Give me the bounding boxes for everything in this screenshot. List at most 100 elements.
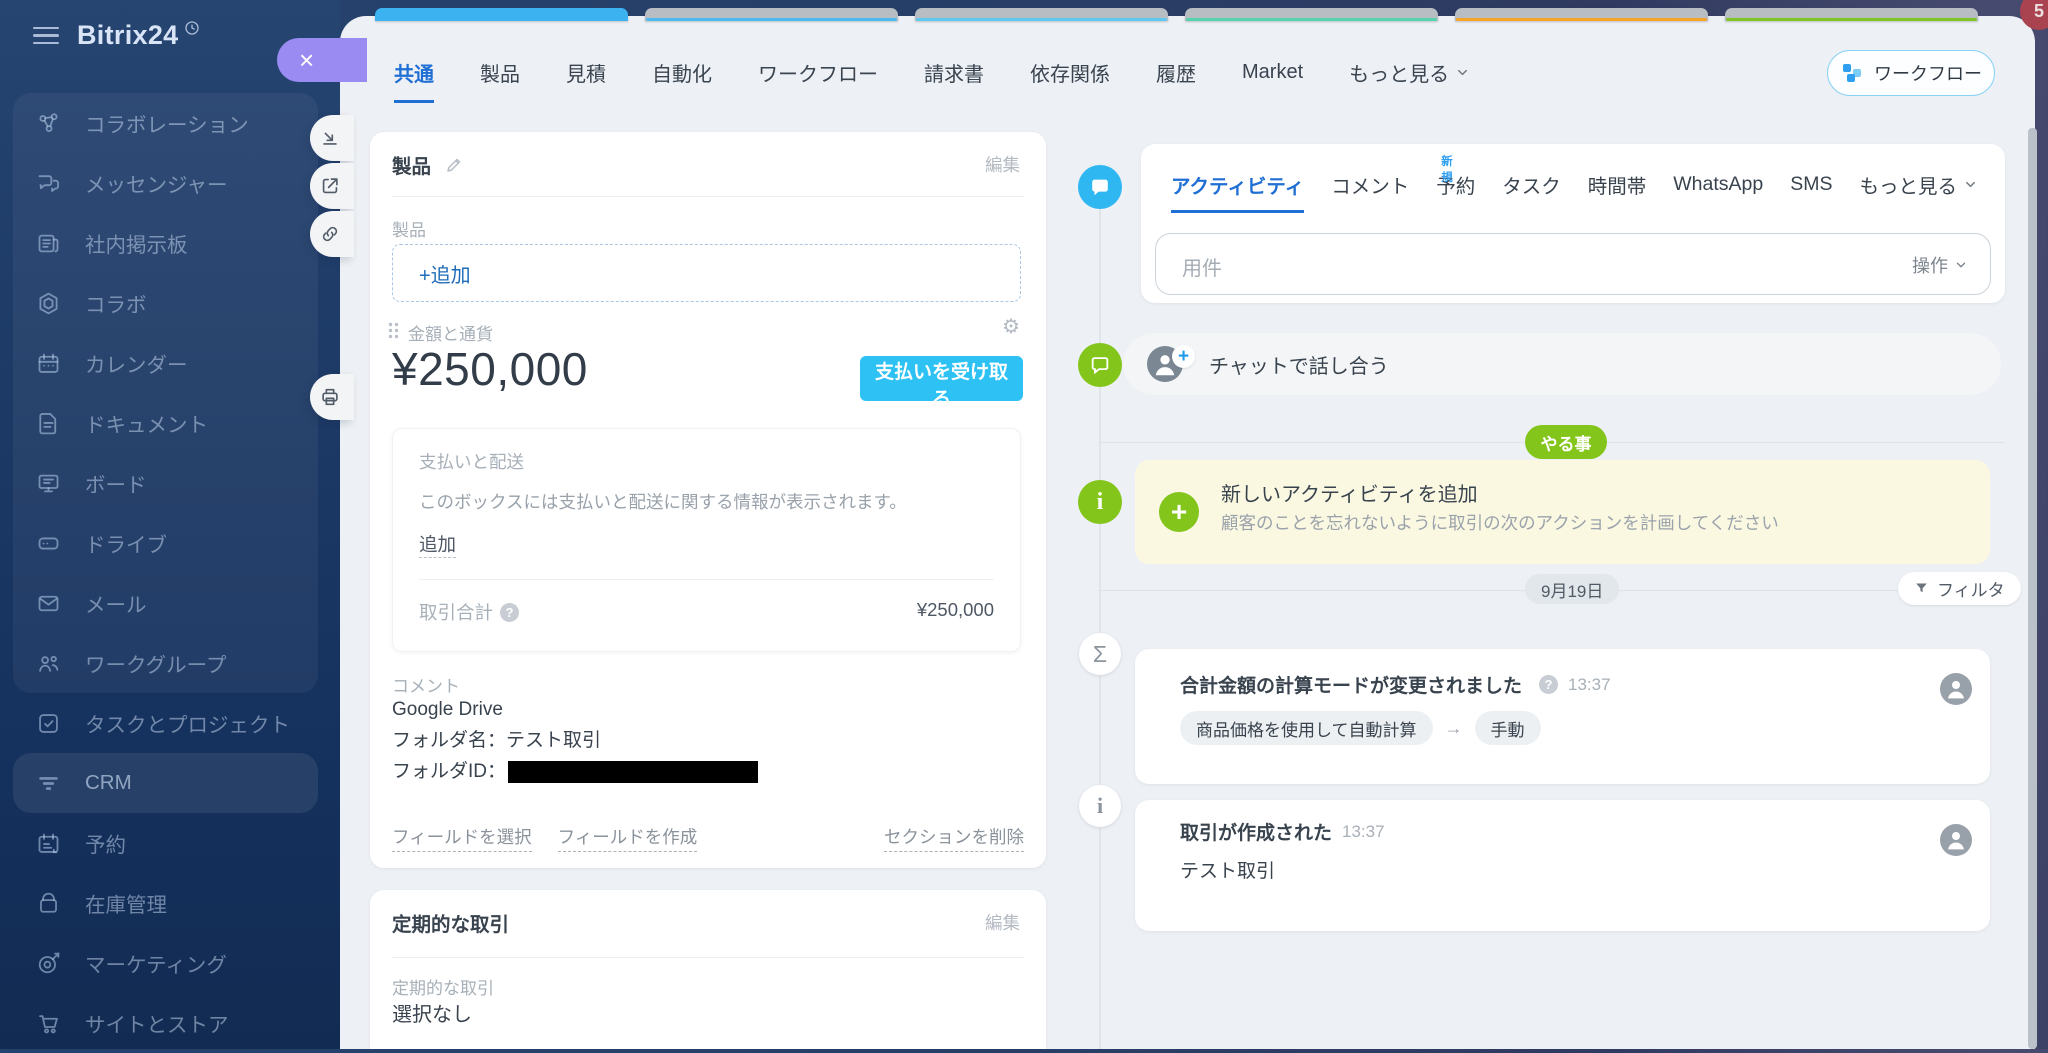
sidebar-item-ドキュメント[interactable]: ドキュメント	[13, 393, 318, 453]
stage-bar-upcoming[interactable]	[645, 8, 898, 21]
stage-bar-upcoming[interactable]	[1725, 8, 1978, 21]
stage-bar-upcoming[interactable]	[1185, 8, 1438, 21]
author-avatar[interactable]	[1940, 824, 1972, 856]
stage-bar-upcoming[interactable]	[1455, 8, 1708, 21]
slide-minimize-button[interactable]	[310, 115, 354, 161]
sidebar-item-コラボ[interactable]: コラボ	[13, 273, 318, 333]
sidebar-item-CRM[interactable]: CRM	[13, 753, 318, 813]
boards-icon	[33, 469, 63, 497]
tab-予約[interactable]: 予約新規	[1436, 170, 1475, 213]
tab-WhatsApp[interactable]: WhatsApp	[1673, 170, 1763, 213]
app-logo[interactable]: Bitrix24	[77, 20, 178, 51]
tab-ワークフロー[interactable]: ワークフロー	[758, 58, 878, 103]
sidebar-item-メッセンジャー[interactable]: メッセンジャー	[13, 153, 318, 213]
inventory-icon	[33, 889, 63, 917]
tab-時間帯[interactable]: 時間帯	[1588, 170, 1647, 213]
add-product-button[interactable]: +追加	[392, 244, 1021, 302]
receive-payment-button[interactable]: 支払いを受け取る	[860, 356, 1023, 401]
sidebar-item-ドライブ[interactable]: ドライブ	[13, 513, 318, 573]
tab-請求書[interactable]: 請求書	[924, 58, 984, 103]
stage-bar-active[interactable]	[375, 8, 628, 21]
tab-label: もっと見る	[1859, 170, 1957, 199]
recurring-field-label: 定期的な取引	[392, 974, 494, 999]
print-button[interactable]	[310, 374, 354, 420]
add-link[interactable]: 追加	[419, 531, 456, 558]
sidebar-item-在庫管理[interactable]: 在庫管理	[13, 873, 318, 933]
tab-label: 依存関係	[1030, 58, 1110, 87]
timeline-entry-deal-created[interactable]: 取引が作成された 13:37 テスト取引	[1135, 800, 1990, 931]
filter-button[interactable]: フィルタ	[1898, 572, 2021, 605]
sidebar-item-label: コラボ	[85, 288, 147, 318]
open-in-new-button[interactable]	[310, 163, 354, 209]
comment-line: フォルダ名：テスト取引	[392, 725, 758, 756]
external-link-icon	[319, 175, 341, 197]
tab-アクティビティ[interactable]: アクティビティ	[1171, 170, 1304, 213]
new-badge: 新規	[1441, 153, 1464, 185]
subject-placeholder: 用件	[1182, 252, 1222, 281]
sidebar-item-label: コラボレーション	[85, 108, 249, 138]
recurring-field-value[interactable]: 選択なし	[392, 998, 472, 1027]
tasks-icon	[33, 709, 63, 737]
sidebar-item-ワークグループ[interactable]: ワークグループ	[13, 633, 318, 693]
tab-label: WhatsApp	[1673, 173, 1763, 196]
add-participant-icon[interactable]: +	[1172, 345, 1195, 368]
tab-コメント[interactable]: コメント	[1331, 170, 1409, 213]
stage-bar-upcoming[interactable]	[915, 8, 1168, 21]
sidebar-item-コラボレーション[interactable]: コラボレーション	[13, 93, 318, 153]
tab-自動化[interactable]: 自動化	[652, 58, 712, 103]
sidebar-item-メール[interactable]: メール	[13, 573, 318, 633]
edit-link[interactable]: 編集	[985, 910, 1020, 935]
sidebar-item-label: ボード	[85, 468, 147, 498]
pencil-icon[interactable]	[445, 156, 463, 174]
tab-Market[interactable]: Market	[1242, 58, 1303, 103]
sidebar-item-label: 在庫管理	[85, 888, 167, 918]
sidebar-item-社内掲示板[interactable]: 社内掲示板	[13, 213, 318, 273]
drag-handle-icon[interactable]	[388, 322, 399, 339]
create-field-link[interactable]: フィールドを作成	[558, 824, 698, 852]
calendar-icon	[33, 349, 63, 377]
activity-chat-icon	[1078, 165, 1122, 209]
sidebar-item-ボード[interactable]: ボード	[13, 453, 318, 513]
recurring-deal-card: 定期的な取引 編集 定期的な取引 選択なし	[370, 890, 1046, 1049]
timeline-entry-calc-mode[interactable]: 合計金額の計算モードが変更されました ? 13:37 商品価格を使用して自動計算…	[1135, 649, 1990, 784]
close-button[interactable]: ×	[277, 38, 367, 82]
copy-link-button[interactable]	[310, 211, 354, 257]
discuss-in-chat-row[interactable]: + チャットで話し合う	[1123, 333, 2001, 395]
tab-SMS[interactable]: SMS	[1790, 170, 1832, 213]
sidebar-item-label: 予約	[85, 828, 126, 858]
edit-link[interactable]: 編集	[985, 152, 1020, 177]
tab-もっと見る[interactable]: もっと見る	[1349, 58, 1470, 103]
actions-dropdown[interactable]: 操作	[1912, 252, 1968, 278]
sidebar-item-マーケティング[interactable]: マーケティング	[13, 933, 318, 993]
tab-見積[interactable]: 見積	[566, 58, 606, 103]
store-icon	[33, 1009, 63, 1037]
author-avatar[interactable]	[1940, 673, 1972, 705]
menu-toggle-icon[interactable]	[33, 22, 59, 50]
gear-icon[interactable]: ⚙	[1002, 314, 1020, 339]
docs-icon	[33, 409, 63, 437]
workflow-button[interactable]: ワークフロー	[1827, 50, 1995, 96]
entry-title-row: 合計金額の計算モードが変更されました ? 13:37	[1180, 671, 1611, 698]
add-activity-icon[interactable]: +	[1159, 492, 1199, 532]
help-icon[interactable]: ?	[500, 603, 519, 622]
entry-time: 13:37	[1342, 822, 1385, 842]
help-icon[interactable]: ?	[1539, 675, 1558, 694]
delete-section-link[interactable]: セクションを削除	[884, 824, 1024, 852]
sidebar-item-カレンダー[interactable]: カレンダー	[13, 333, 318, 393]
tab-製品[interactable]: 製品	[480, 58, 520, 103]
mail-icon	[33, 589, 63, 617]
subject-input[interactable]: 用件 操作	[1155, 233, 1991, 295]
tab-タスク[interactable]: タスク	[1502, 170, 1561, 213]
todo-badge[interactable]: やる事	[1525, 425, 1607, 459]
plan-activity-banner[interactable]: + 新しいアクティビティを追加 顧客のことを忘れないように取引の次のアクションを…	[1135, 460, 1990, 564]
tab-共通[interactable]: 共通	[394, 58, 434, 103]
vertical-scrollbar[interactable]	[2028, 128, 2037, 1049]
sidebar-item-タスクとプロジェクト[interactable]: タスクとプロジェクト	[13, 693, 318, 753]
sidebar-item-サイトとストア[interactable]: サイトとストア	[13, 993, 318, 1053]
sidebar-item-予約[interactable]: 予約	[13, 813, 318, 873]
tab-依存関係[interactable]: 依存関係	[1030, 58, 1110, 103]
tab-もっと見る[interactable]: もっと見る	[1859, 170, 1978, 213]
tab-label: ワークフロー	[758, 58, 878, 87]
tab-履歴[interactable]: 履歴	[1156, 58, 1196, 103]
select-field-link[interactable]: フィールドを選択	[392, 824, 532, 852]
